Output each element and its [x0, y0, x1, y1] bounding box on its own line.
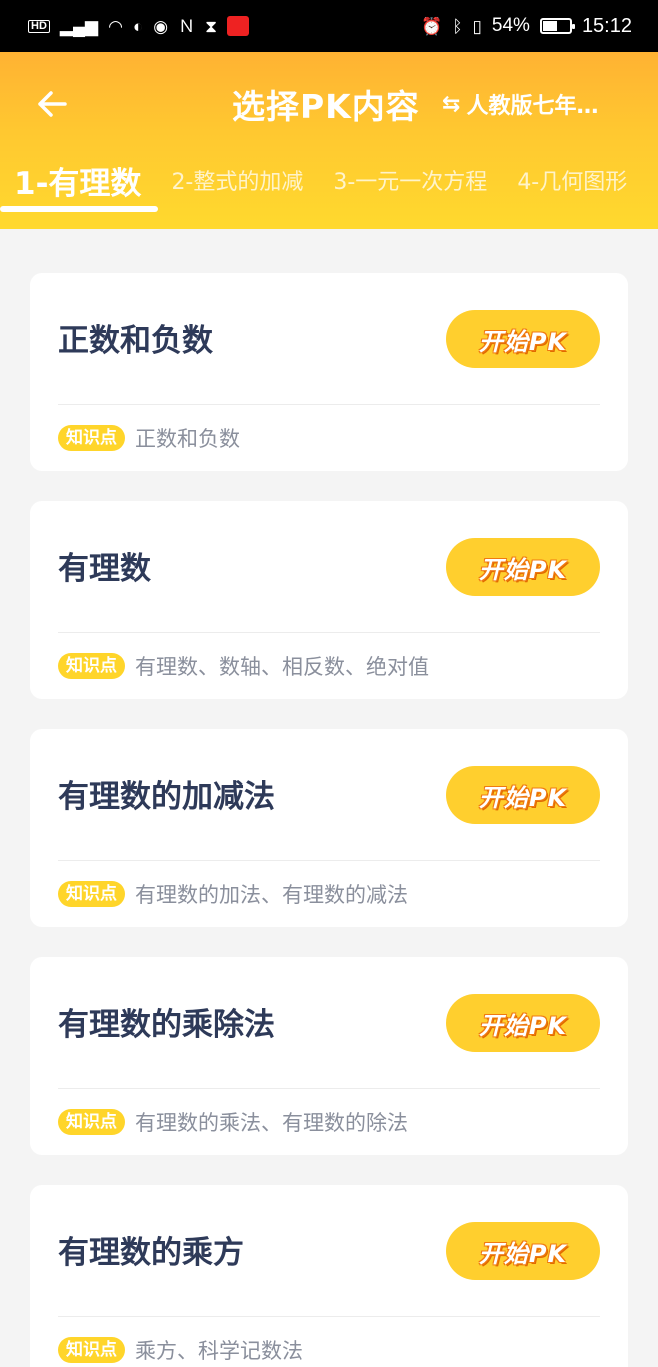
status-bar-right: ⏰ ᛒ ▯ 54% 15:12 [421, 15, 632, 38]
start-pk-button[interactable]: 开始PK [446, 766, 600, 824]
start-pk-button[interactable]: 开始PK [446, 538, 600, 596]
knowledge-point-badge: 知识点 [58, 1337, 125, 1363]
tab-chapter-1[interactable]: 1-有理数 [14, 152, 141, 203]
alarm-icon: ⏰ [421, 16, 443, 36]
back-button[interactable] [30, 82, 74, 126]
header: 选择PK内容 ⇆ 人教版七年… 1-有理数 2-整式的加减 3-一元一次方程 4… [0, 52, 658, 229]
status-bar: HD ▂▄▆ ◠ ◐ ◉ Ｎ ⧗ ⏰ ᛒ ▯ 54% 15:12 [0, 0, 658, 52]
tab-chapter-3[interactable]: 3-一元一次方程 [333, 152, 487, 196]
knowledge-point-text: 有理数、数轴、相反数、绝对值 [135, 655, 429, 679]
section-card: 有理数的乘除法 开始PK 知识点 有理数的乘法、有理数的除法 [30, 957, 628, 1155]
section-card: 有理数 开始PK 知识点 有理数、数轴、相反数、绝对值 [30, 501, 628, 699]
section-title: 有理数的乘除法 [58, 1007, 275, 1043]
arrow-left-icon [38, 91, 67, 117]
section-title: 有理数的加减法 [58, 779, 275, 815]
chapter-tabs: 1-有理数 2-整式的加减 3-一元一次方程 4-几何图形 [0, 152, 658, 212]
hd-icon: HD [28, 19, 50, 33]
clock: 15:12 [581, 14, 632, 37]
start-pk-button[interactable]: 开始PK [446, 1222, 600, 1280]
tab-chapter-4[interactable]: 4-几何图形 [517, 152, 627, 196]
page-title: 选择PK内容 [232, 87, 420, 126]
edition-switch[interactable]: ⇆ 人教版七年… [442, 88, 598, 120]
card-divider [58, 632, 600, 633]
knowledge-points: 知识点 乘方、科学记数法 [58, 1335, 303, 1365]
knowledge-point-badge: 知识点 [58, 425, 125, 451]
knowledge-points: 知识点 正数和负数 [58, 423, 240, 453]
start-pk-button[interactable]: 开始PK [446, 310, 600, 368]
wifi-icon: ◠ [108, 16, 123, 36]
knowledge-point-badge: 知识点 [58, 653, 125, 679]
app-notification-icon [227, 16, 249, 36]
card-divider [58, 860, 600, 861]
active-tab-indicator [0, 206, 158, 212]
battery-percentage: 54% [491, 15, 530, 36]
nfc-icon: Ｎ [178, 16, 196, 36]
knowledge-point-text: 有理数的加法、有理数的减法 [135, 883, 408, 907]
knowledge-point-text: 正数和负数 [135, 427, 240, 451]
knowledge-point-text: 有理数的乘法、有理数的除法 [135, 1111, 408, 1135]
knowledge-points: 知识点 有理数的乘法、有理数的除法 [58, 1107, 408, 1137]
knowledge-point-text: 乘方、科学记数法 [135, 1339, 303, 1363]
hourglass-icon: ⧗ [205, 16, 217, 36]
section-card: 有理数的乘方 开始PK 知识点 乘方、科学记数法 [30, 1185, 628, 1367]
data-saver-icon: ◐ [132, 16, 144, 36]
knowledge-points: 知识点 有理数、数轴、相反数、绝对值 [58, 651, 429, 681]
section-card: 正数和负数 开始PK 知识点 正数和负数 [30, 273, 628, 471]
section-title: 有理数 [58, 551, 151, 587]
section-card: 有理数的加减法 开始PK 知识点 有理数的加法、有理数的减法 [30, 729, 628, 927]
swap-icon: ⇆ [442, 91, 461, 117]
section-list: 正数和负数 开始PK 知识点 正数和负数 有理数 开始PK 知识点 有理数、数轴… [30, 273, 628, 1367]
eye-icon: ◉ [153, 16, 169, 36]
status-bar-left: HD ▂▄▆ ◠ ◐ ◉ Ｎ ⧗ [28, 16, 249, 36]
edition-label: 人教版七年… [466, 94, 599, 119]
tab-chapter-2[interactable]: 2-整式的加减 [171, 152, 303, 196]
battery-fill [542, 21, 557, 31]
section-title: 正数和负数 [58, 323, 213, 359]
knowledge-point-badge: 知识点 [58, 881, 125, 907]
bluetooth-icon: ᛒ [452, 16, 463, 36]
battery-icon [539, 18, 575, 34]
card-divider [58, 1316, 600, 1317]
vibrate-icon: ▯ [472, 16, 482, 36]
card-divider [58, 1088, 600, 1089]
knowledge-point-badge: 知识点 [58, 1109, 125, 1135]
start-pk-button[interactable]: 开始PK [446, 994, 600, 1052]
signal-icon: ▂▄▆ [59, 16, 99, 36]
card-divider [58, 404, 600, 405]
section-title: 有理数的乘方 [58, 1235, 244, 1271]
knowledge-points: 知识点 有理数的加法、有理数的减法 [58, 879, 408, 909]
